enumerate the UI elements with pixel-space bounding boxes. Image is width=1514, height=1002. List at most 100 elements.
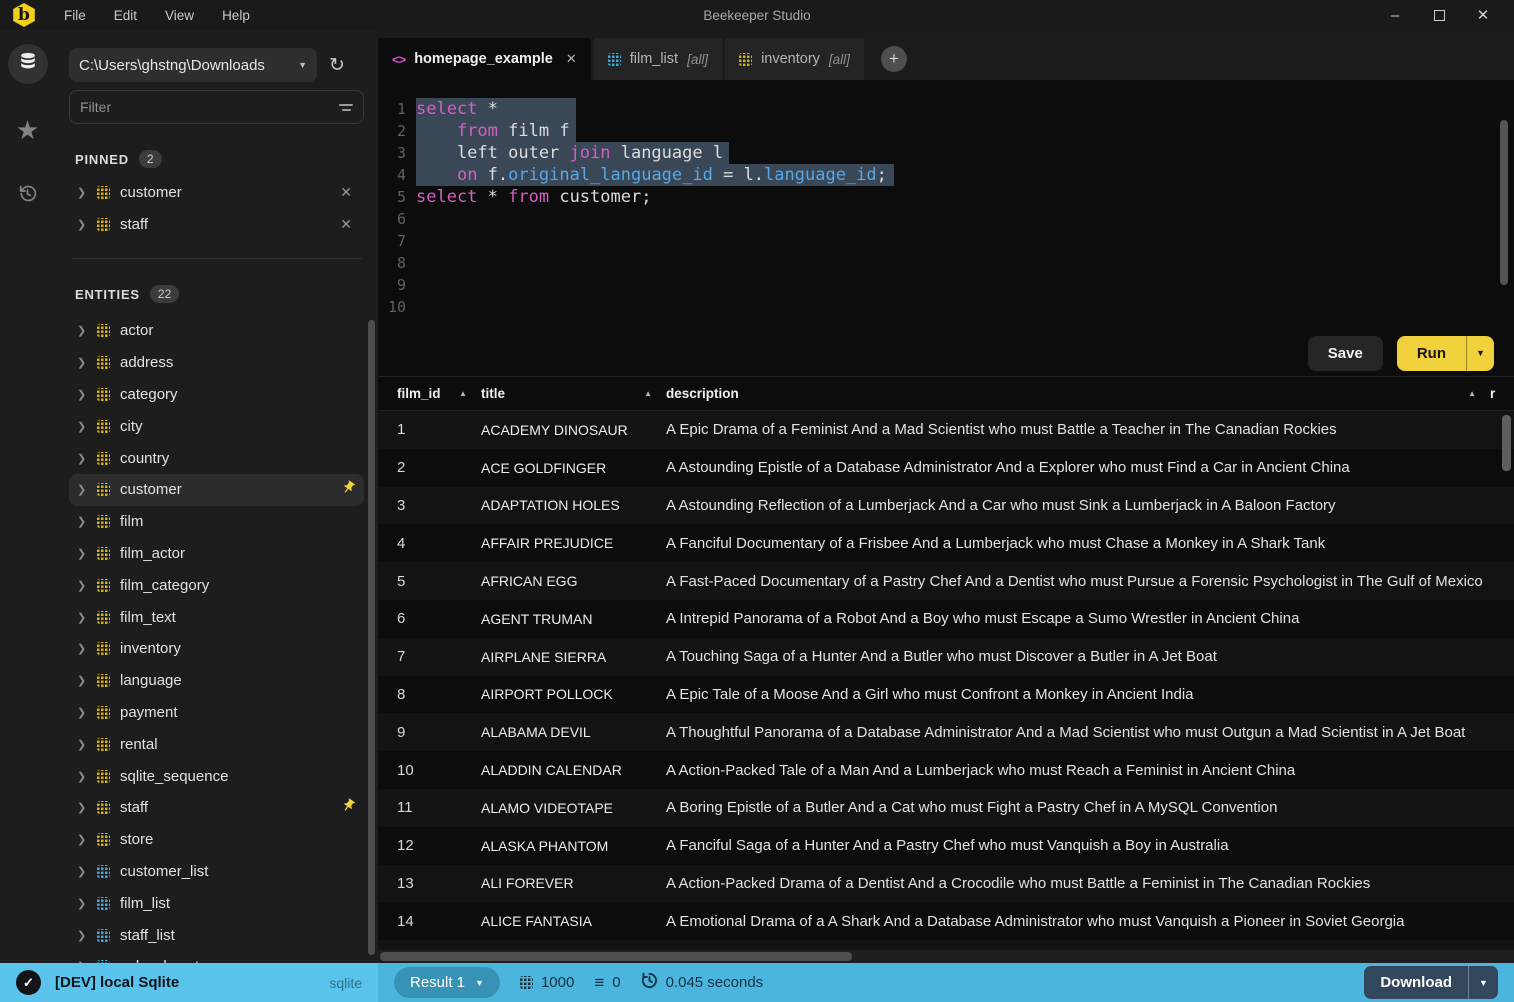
chevron-right-icon[interactable]: ❯: [77, 611, 87, 624]
tab-homepage_example[interactable]: <> homepage_example ✕: [378, 38, 591, 80]
chevron-right-icon[interactable]: ❯: [77, 483, 87, 496]
entity-item-film_actor[interactable]: ❯ film_actor: [69, 538, 364, 570]
menu-help[interactable]: Help: [208, 4, 264, 27]
chevron-right-icon[interactable]: ❯: [77, 186, 87, 199]
pinned-item-staff[interactable]: ❯ staff ✕: [69, 208, 364, 240]
table-row[interactable]: 3 ADAPTATION HOLES A Astounding Reflection…: [378, 486, 1514, 525]
table-row[interactable]: 7 AIRPLANE SIERRA A Touching Saga of a Hun…: [378, 637, 1514, 676]
column-header-partial[interactable]: r: [1490, 386, 1514, 401]
column-header-title[interactable]: title ▲: [481, 386, 666, 401]
menu-file[interactable]: File: [50, 4, 100, 27]
results-vertical-scrollbar[interactable]: [1502, 415, 1511, 471]
entity-item-store[interactable]: ❯ store: [69, 824, 364, 856]
table-row[interactable]: 11 ALAMO VIDEOTAPE A Boring Epistle of a B…: [378, 788, 1514, 827]
tab-film_list[interactable]: film_list [all]: [593, 38, 723, 80]
column-header-description[interactable]: description ▲: [666, 386, 1490, 401]
entity-item-inventory[interactable]: ❯ inventory: [69, 633, 364, 665]
entity-item-customer[interactable]: ❯ customer: [69, 473, 364, 506]
entity-item-actor[interactable]: ❯ actor: [69, 315, 364, 347]
sort-arrow-icon[interactable]: ▲: [644, 389, 652, 398]
new-tab-button[interactable]: +: [880, 46, 907, 72]
entity-item-sqlite_sequence[interactable]: ❯ sqlite_sequence: [69, 760, 364, 792]
entity-item-rental[interactable]: ❯ rental: [69, 728, 364, 760]
chevron-right-icon[interactable]: ❯: [77, 642, 87, 655]
entity-item-staff[interactable]: ❯ staff: [69, 792, 364, 824]
results-horizontal-scrollbar[interactable]: [378, 950, 1514, 963]
table-row[interactable]: 5 AFRICAN EGG A Fast-Paced Documentary of …: [378, 562, 1514, 600]
download-label[interactable]: Download: [1364, 966, 1468, 999]
pin-icon[interactable]: [341, 480, 356, 500]
chevron-right-icon[interactable]: ❯: [77, 218, 87, 231]
entity-item-country[interactable]: ❯ country: [69, 442, 364, 474]
column-header-film_id[interactable]: film_id ▲: [397, 386, 481, 401]
entity-item-payment[interactable]: ❯ payment: [69, 697, 364, 729]
run-label[interactable]: Run: [1397, 336, 1466, 371]
maximize-icon[interactable]: [1422, 3, 1456, 27]
entity-item-address[interactable]: ❯ address: [69, 347, 364, 379]
entity-item-sales_by_store[interactable]: ❯sales_by_store: [69, 951, 364, 963]
sidebar-scrollbar[interactable]: [368, 320, 375, 955]
entity-item-film_text[interactable]: ❯ film_text: [69, 601, 364, 633]
save-button[interactable]: Save: [1307, 335, 1383, 371]
chevron-right-icon[interactable]: ❯: [77, 770, 87, 783]
entity-item-customer_list[interactable]: ❯ customer_list: [69, 856, 364, 888]
menu-view[interactable]: View: [151, 4, 208, 27]
chevron-right-icon[interactable]: ❯: [77, 356, 87, 369]
download-button[interactable]: Download ▼: [1364, 966, 1498, 999]
chevron-right-icon[interactable]: ❯: [77, 897, 87, 910]
unpin-close-icon[interactable]: ✕: [336, 216, 356, 233]
result-selector[interactable]: Result 1 ▼: [394, 967, 500, 998]
history-button[interactable]: [8, 176, 48, 216]
entity-item-category[interactable]: ❯ category: [69, 379, 364, 411]
table-row[interactable]: 6 AGENT TRUMAN A Intrepid Panorama of a Ro…: [378, 600, 1514, 638]
chevron-right-icon[interactable]: ❯: [77, 579, 87, 592]
database-tables-button[interactable]: [7, 44, 48, 84]
chevron-right-icon[interactable]: ❯: [77, 929, 87, 942]
chevron-right-icon[interactable]: ❯: [77, 547, 87, 560]
table-row[interactable]: 13 ALI FOREVER A Action-Packed Drama of a …: [378, 864, 1514, 903]
refresh-icon[interactable]: ↻: [329, 56, 345, 75]
chevron-right-icon[interactable]: ❯: [77, 388, 87, 401]
entity-item-language[interactable]: ❯ language: [69, 665, 364, 697]
sort-arrow-icon[interactable]: ▲: [1468, 389, 1476, 398]
chevron-right-icon[interactable]: ❯: [77, 738, 87, 751]
sql-editor[interactable]: 1 select * 2 from film f3 left outer join …: [378, 80, 1514, 330]
table-row[interactable]: 8 AIRPORT POLLOCK A Epic Tale of a Moose A…: [378, 676, 1514, 714]
menu-edit[interactable]: Edit: [100, 4, 151, 27]
run-button[interactable]: Run ▼: [1396, 335, 1494, 371]
table-row[interactable]: 9 ALABAMA DEVIL A Thoughtful Panorama of a…: [378, 713, 1514, 752]
entity-item-film_list[interactable]: ❯ film_list: [69, 887, 364, 919]
pinned-item-customer[interactable]: ❯ customer ✕: [69, 176, 364, 208]
entity-item-staff_list[interactable]: ❯ staff_list: [69, 919, 364, 951]
scrollbar-thumb[interactable]: [380, 952, 852, 961]
database-selector[interactable]: C:\Users\ghstng\Downloads ▼: [69, 48, 317, 82]
entity-item-film[interactable]: ❯ film: [69, 506, 364, 538]
editor-scrollbar[interactable]: [1500, 120, 1508, 285]
unpin-close-icon[interactable]: ✕: [336, 184, 356, 201]
table-row[interactable]: 10 ALADDIN CALENDAR A Action-Packed Tale o…: [378, 751, 1514, 789]
tab-close-icon[interactable]: ✕: [566, 51, 577, 67]
table-row[interactable]: 1 ACADEMY DINOSAUR A Epic Drama of a Femin…: [378, 411, 1514, 449]
entity-item-city[interactable]: ❯ city: [69, 410, 364, 442]
chevron-right-icon[interactable]: ❯: [77, 420, 87, 433]
chevron-right-icon[interactable]: ❯: [77, 706, 87, 719]
sort-arrow-icon[interactable]: ▲: [459, 389, 467, 398]
table-row[interactable]: 14 ALICE FANTASIA A Emotional Drama of a A…: [378, 902, 1514, 940]
favorites-button[interactable]: ★: [8, 110, 48, 150]
minimize-icon[interactable]: –: [1378, 3, 1412, 27]
run-options-caret[interactable]: ▼: [1466, 335, 1494, 371]
chevron-right-icon[interactable]: ❯: [77, 865, 87, 878]
tab-inventory[interactable]: inventory [all]: [725, 38, 864, 80]
chevron-right-icon[interactable]: ❯: [77, 833, 87, 846]
chevron-right-icon[interactable]: ❯: [77, 324, 87, 337]
chevron-right-icon[interactable]: ❯: [77, 801, 87, 814]
chevron-right-icon[interactable]: ❯: [77, 452, 87, 465]
table-row[interactable]: 4 AFFAIR PREJUDICE A Fanciful Documentary …: [378, 524, 1514, 562]
close-icon[interactable]: ✕: [1466, 3, 1500, 27]
pin-icon[interactable]: [341, 798, 356, 818]
table-row[interactable]: 2 ACE GOLDFINGER A Astounding Epistle of a…: [378, 449, 1514, 487]
table-row[interactable]: 12 ALASKA PHANTOM A Fanciful Saga of a Hun…: [378, 827, 1514, 865]
download-options-caret[interactable]: ▼: [1468, 966, 1498, 999]
filter-input[interactable]: [80, 99, 339, 115]
entity-item-film_category[interactable]: ❯ film_category: [69, 569, 364, 601]
